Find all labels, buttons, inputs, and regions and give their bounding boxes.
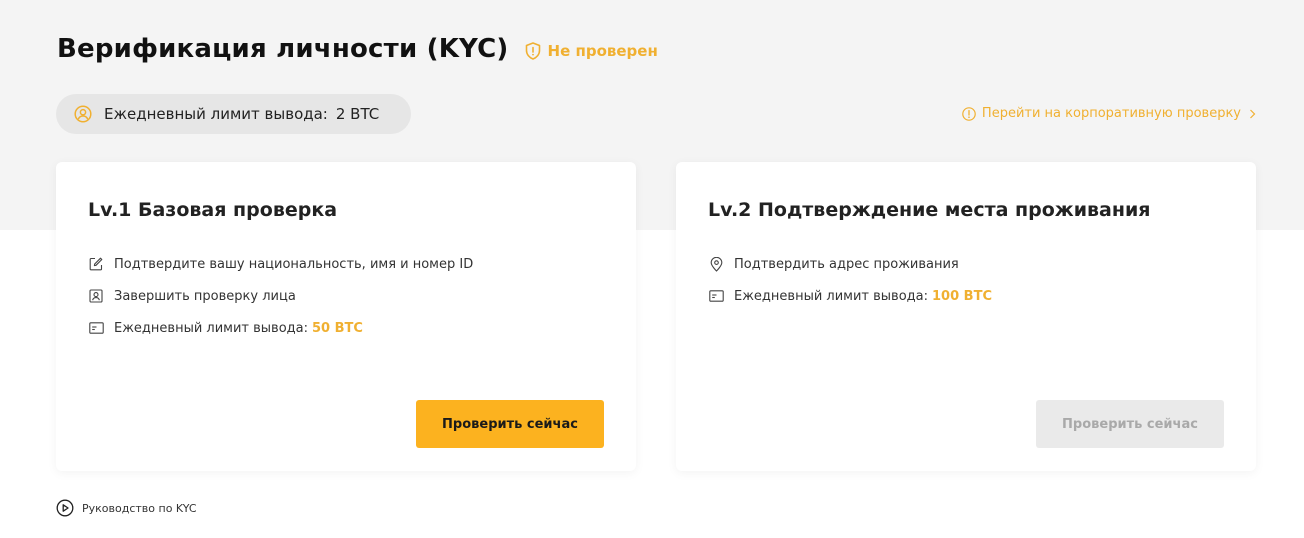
corporate-verification-link[interactable]: Перейти на корпоративную проверку [962,106,1256,121]
page-title: Верификация личности (KYC) [57,34,509,64]
user-icon [74,105,92,123]
feature-text: Подтвердите вашу национальность, имя и н… [114,256,474,272]
list-item: Ежедневный лимит вывода: 100 BTC [708,280,992,312]
chevron-right-icon [1249,109,1256,119]
feature-text: Подтвердить адрес проживания [734,256,959,272]
shield-icon [525,41,540,60]
card-title: Lv.2 Подтверждение места проживания [708,199,1151,221]
list-item: Подтвердить адрес проживания [708,248,992,280]
verify-now-button[interactable]: Проверить сейчас [416,400,604,448]
id-card-icon [88,320,104,336]
card-title: Lv.1 Базовая проверка [88,199,338,221]
feature-text: Ежедневный лимит вывода: [734,288,929,304]
feature-text: Ежедневный лимит вывода: [114,320,309,336]
daily-limit-value: 2 BTC [335,105,380,123]
list-item: Ежедневный лимит вывода: 50 BTC [88,312,473,344]
daily-limit-label: Ежедневный лимит вывода: [104,105,328,123]
feature-text: Завершить проверку лица [114,288,296,304]
feature-highlight: 50 BTC [312,320,363,336]
list-item: Завершить проверку лица [88,280,473,312]
feature-list: Подтвердить адрес проживания Ежедневный … [708,248,992,312]
daily-limit-pill: Ежедневный лимит вывода: 2 BTC [56,94,411,134]
kyc-level-2-card: Lv.2 Подтверждение места проживания Подт… [676,162,1256,471]
id-card-icon [708,288,724,304]
verify-now-button-disabled[interactable]: Проверить сейчас [1036,400,1224,448]
edit-icon [88,256,104,272]
feature-highlight: 100 BTC [932,288,992,304]
status-text: Не проверен [547,41,658,60]
kyc-level-1-card: Lv.1 Базовая проверка Подтвердите вашу н… [56,162,636,471]
info-icon [962,106,976,121]
list-item: Подтвердите вашу национальность, имя и н… [88,248,473,280]
corporate-link-label: Перейти на корпоративную проверку [981,106,1241,121]
face-id-icon [88,288,104,304]
location-pin-icon [708,256,724,272]
guide-label: Руководство по KYC [82,501,197,515]
play-icon [56,499,74,517]
kyc-guide-link[interactable]: Руководство по KYC [56,499,197,517]
feature-list: Подтвердите вашу национальность, имя и н… [88,248,473,344]
page-header: Верификация личности (KYC) Не проверен [57,34,658,64]
verification-status-badge: Не проверен [525,42,658,60]
